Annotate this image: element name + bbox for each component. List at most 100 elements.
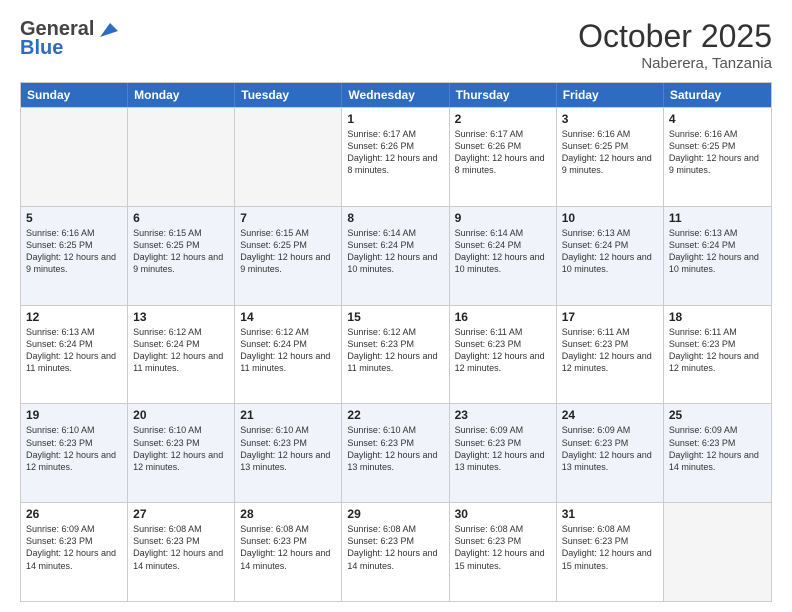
header-day-sunday: Sunday (21, 83, 128, 107)
sunset-text: Sunset: 6:26 PM (455, 140, 551, 152)
daylight-text: Daylight: 12 hours and 14 minutes. (26, 547, 122, 571)
calendar-body: 1Sunrise: 6:17 AMSunset: 6:26 PMDaylight… (21, 107, 771, 601)
sunrise-text: Sunrise: 6:13 AM (669, 227, 766, 239)
sunrise-text: Sunrise: 6:09 AM (455, 424, 551, 436)
cell-info: Sunrise: 6:10 AMSunset: 6:23 PMDaylight:… (133, 424, 229, 473)
calendar-cell: 19Sunrise: 6:10 AMSunset: 6:23 PMDayligh… (21, 404, 128, 502)
cell-info: Sunrise: 6:13 AMSunset: 6:24 PMDaylight:… (562, 227, 658, 276)
sunrise-text: Sunrise: 6:09 AM (26, 523, 122, 535)
daylight-text: Daylight: 12 hours and 13 minutes. (240, 449, 336, 473)
sunset-text: Sunset: 6:24 PM (26, 338, 122, 350)
calendar-cell (128, 108, 235, 206)
header: General Blue October 2025 Naberera, Tanz… (20, 18, 772, 72)
sunrise-text: Sunrise: 6:12 AM (133, 326, 229, 338)
sunset-text: Sunset: 6:23 PM (347, 338, 443, 350)
day-number: 7 (240, 211, 336, 225)
sunrise-text: Sunrise: 6:16 AM (26, 227, 122, 239)
sunrise-text: Sunrise: 6:09 AM (562, 424, 658, 436)
calendar-cell (664, 503, 771, 601)
sunrise-text: Sunrise: 6:10 AM (26, 424, 122, 436)
logo-blue: Blue (20, 37, 63, 60)
day-number: 20 (133, 408, 229, 422)
calendar-cell: 12Sunrise: 6:13 AMSunset: 6:24 PMDayligh… (21, 306, 128, 404)
sunset-text: Sunset: 6:23 PM (26, 535, 122, 547)
sunset-text: Sunset: 6:23 PM (455, 338, 551, 350)
header-day-friday: Friday (557, 83, 664, 107)
cell-info: Sunrise: 6:15 AMSunset: 6:25 PMDaylight:… (240, 227, 336, 276)
daylight-text: Daylight: 12 hours and 11 minutes. (133, 350, 229, 374)
calendar-cell: 4Sunrise: 6:16 AMSunset: 6:25 PMDaylight… (664, 108, 771, 206)
cell-info: Sunrise: 6:08 AMSunset: 6:23 PMDaylight:… (240, 523, 336, 572)
cell-info: Sunrise: 6:09 AMSunset: 6:23 PMDaylight:… (26, 523, 122, 572)
sunrise-text: Sunrise: 6:10 AM (133, 424, 229, 436)
calendar-cell: 10 Sunrise: 6:13 AMSunset: 6:24 PMDayligh… (557, 207, 664, 305)
daylight-text: Daylight: 12 hours and 12 minutes. (26, 449, 122, 473)
sunrise-text: Sunrise: 6:17 AM (455, 128, 551, 140)
cell-info: Sunrise: 6:08 AMSunset: 6:23 PMDaylight:… (347, 523, 443, 572)
day-number: 31 (562, 507, 658, 521)
sunset-text: Sunset: 6:23 PM (669, 338, 766, 350)
daylight-text: Daylight: 12 hours and 12 minutes. (455, 350, 551, 374)
day-number: 28 (240, 507, 336, 521)
cell-info: Sunrise: 6:12 AMSunset: 6:24 PMDaylight:… (133, 326, 229, 375)
daylight-text: Daylight: 12 hours and 15 minutes. (455, 547, 551, 571)
calendar-cell: 9 Sunrise: 6:14 AMSunset: 6:24 PMDaylight… (450, 207, 557, 305)
cell-info: Sunrise: 6:10 AMSunset: 6:23 PMDaylight:… (347, 424, 443, 473)
sunset-text: Sunset: 6:25 PM (133, 239, 229, 251)
calendar-row: 12Sunrise: 6:13 AMSunset: 6:24 PMDayligh… (21, 305, 771, 404)
sunrise-text: Sunrise: 6:14 AM (347, 227, 443, 239)
calendar-cell: 6Sunrise: 6:15 AMSunset: 6:25 PMDaylight… (128, 207, 235, 305)
calendar-row: 19Sunrise: 6:10 AMSunset: 6:23 PMDayligh… (21, 403, 771, 502)
calendar-cell: 20 Sunrise: 6:10 AMSunset: 6:23 PMDayligh… (128, 404, 235, 502)
day-number: 23 (455, 408, 551, 422)
daylight-text: Daylight: 12 hours and 14 minutes. (240, 547, 336, 571)
calendar-cell: 3Sunrise: 6:16 AMSunset: 6:25 PMDaylight… (557, 108, 664, 206)
day-number: 21 (240, 408, 336, 422)
day-number: 11 (669, 211, 766, 225)
sunset-text: Sunset: 6:23 PM (562, 535, 658, 547)
cell-info: Sunrise: 6:14 AMSunset: 6:24 PMDaylight:… (455, 227, 551, 276)
daylight-text: Daylight: 12 hours and 13 minutes. (347, 449, 443, 473)
calendar-cell: 8Sunrise: 6:14 AMSunset: 6:24 PMDaylight… (342, 207, 449, 305)
day-number: 15 (347, 310, 443, 324)
cell-info: Sunrise: 6:17 AMSunset: 6:26 PMDaylight:… (455, 128, 551, 177)
header-day-monday: Monday (128, 83, 235, 107)
sunset-text: Sunset: 6:26 PM (347, 140, 443, 152)
day-number: 10 (562, 211, 658, 225)
daylight-text: Daylight: 12 hours and 8 minutes. (455, 152, 551, 176)
day-number: 19 (26, 408, 122, 422)
daylight-text: Daylight: 12 hours and 9 minutes. (562, 152, 658, 176)
calendar-cell: 5Sunrise: 6:16 AMSunset: 6:25 PMDaylight… (21, 207, 128, 305)
sunrise-text: Sunrise: 6:10 AM (347, 424, 443, 436)
sunrise-text: Sunrise: 6:10 AM (240, 424, 336, 436)
calendar-cell: 13 Sunrise: 6:12 AMSunset: 6:24 PMDayligh… (128, 306, 235, 404)
daylight-text: Daylight: 12 hours and 15 minutes. (562, 547, 658, 571)
sunrise-text: Sunrise: 6:15 AM (240, 227, 336, 239)
sunset-text: Sunset: 6:25 PM (562, 140, 658, 152)
cell-info: Sunrise: 6:11 AMSunset: 6:23 PMDaylight:… (455, 326, 551, 375)
daylight-text: Daylight: 12 hours and 10 minutes. (562, 251, 658, 275)
day-number: 30 (455, 507, 551, 521)
daylight-text: Daylight: 12 hours and 10 minutes. (455, 251, 551, 275)
calendar-cell (235, 108, 342, 206)
title-block: October 2025 Naberera, Tanzania (578, 18, 772, 72)
page: General Blue October 2025 Naberera, Tanz… (0, 0, 792, 612)
day-number: 13 (133, 310, 229, 324)
calendar-cell: 17Sunrise: 6:11 AMSunset: 6:23 PMDayligh… (557, 306, 664, 404)
header-day-tuesday: Tuesday (235, 83, 342, 107)
sunrise-text: Sunrise: 6:16 AM (669, 128, 766, 140)
sunrise-text: Sunrise: 6:08 AM (562, 523, 658, 535)
sunset-text: Sunset: 6:25 PM (669, 140, 766, 152)
day-number: 9 (455, 211, 551, 225)
header-day-thursday: Thursday (450, 83, 557, 107)
daylight-text: Daylight: 12 hours and 9 minutes. (26, 251, 122, 275)
sunset-text: Sunset: 6:23 PM (240, 437, 336, 449)
daylight-text: Daylight: 12 hours and 10 minutes. (669, 251, 766, 275)
daylight-text: Daylight: 12 hours and 12 minutes. (133, 449, 229, 473)
sunrise-text: Sunrise: 6:16 AM (562, 128, 658, 140)
daylight-text: Daylight: 12 hours and 11 minutes. (347, 350, 443, 374)
daylight-text: Daylight: 12 hours and 14 minutes. (347, 547, 443, 571)
sunrise-text: Sunrise: 6:12 AM (240, 326, 336, 338)
sunrise-text: Sunrise: 6:11 AM (455, 326, 551, 338)
sunset-text: Sunset: 6:24 PM (133, 338, 229, 350)
